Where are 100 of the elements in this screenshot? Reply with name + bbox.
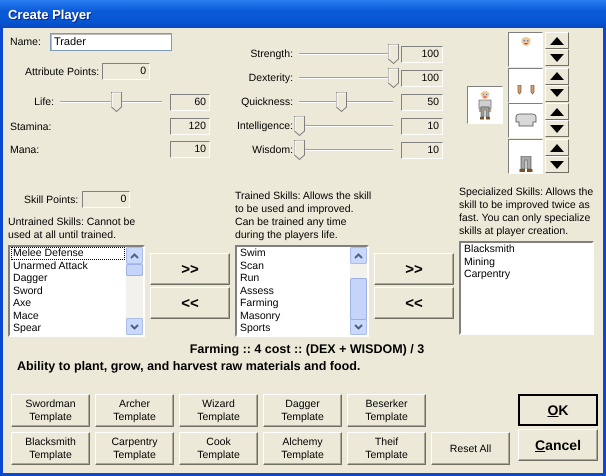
- stat-label: Wisdom:: [251, 144, 294, 156]
- skill-title: Farming :: 4 cost :: (DEX + WISDOM) / 3: [188, 342, 426, 356]
- template-button[interactable]: Cook Template: [179, 432, 258, 465]
- stat-label: Intelligence:: [236, 120, 294, 132]
- list-item[interactable]: Run: [238, 272, 349, 284]
- move-skill-button[interactable]: <<: [374, 287, 454, 319]
- list-item[interactable]: Spear: [11, 322, 125, 334]
- list-item[interactable]: Swim: [238, 247, 349, 260]
- skill-list[interactable]: Swim Scan Run Assess Farming Masonry Sports: [235, 245, 369, 337]
- list-item[interactable]: Sword: [11, 284, 125, 297]
- list-caption: Trained Skills: Allows the skill to be used and improved. Can be trained any time during the players life.: [235, 190, 372, 242]
- value-box: 0: [82, 191, 130, 208]
- hands-icon: [516, 84, 536, 95]
- list-item[interactable]: Mace: [11, 310, 125, 322]
- list-item[interactable]: Melee Defense: [11, 247, 125, 260]
- up-triangle-icon: [550, 108, 564, 116]
- stat-label: Stamina:: [10, 120, 52, 132]
- stat-label: Dexterity:: [248, 72, 294, 84]
- field-label: Skill Points:: [24, 194, 78, 206]
- stat-label: Quickness:: [240, 96, 294, 108]
- slider-thumb[interactable]: [388, 44, 399, 64]
- down-triangle-icon: [550, 54, 564, 62]
- value-box: 120: [170, 118, 210, 135]
- head-icon: [520, 35, 532, 47]
- value-box: 100: [401, 46, 443, 62]
- template-button[interactable]: Wizard Template: [179, 394, 258, 427]
- template-button[interactable]: Dagger Template: [263, 394, 342, 427]
- slider-thumb[interactable]: [294, 140, 305, 160]
- scroll-thumb[interactable]: [126, 264, 143, 276]
- dialog-button[interactable]: OK: [518, 394, 598, 426]
- list-item[interactable]: Sports: [238, 322, 349, 334]
- template-button[interactable]: Theif Template: [347, 432, 426, 465]
- dialog-button[interactable]: Cancel: [518, 429, 598, 461]
- chevron-up-icon: [354, 252, 363, 258]
- previous-part-button[interactable]: [545, 68, 569, 85]
- move-skill-button[interactable]: >>: [374, 253, 454, 285]
- template-button[interactable]: Beserker Template: [347, 394, 426, 427]
- value-box: 10: [170, 141, 210, 158]
- list-item[interactable]: Unarmed Attack: [11, 260, 125, 272]
- template-button[interactable]: Blacksmith Template: [11, 432, 90, 465]
- slider-thumb[interactable]: [388, 68, 399, 88]
- next-part-button[interactable]: [545, 120, 569, 138]
- up-triangle-icon: [550, 72, 564, 80]
- list-item[interactable]: Scan: [238, 260, 349, 272]
- list-item[interactable]: Masonry: [238, 310, 349, 322]
- template-button[interactable]: Alchemy Template: [263, 432, 342, 465]
- window-title: Create Player: [8, 6, 92, 22]
- stat-label: Life:: [33, 96, 55, 108]
- chevron-down-icon: [354, 324, 363, 330]
- field-label: Name:: [10, 36, 41, 48]
- list-item[interactable]: Mining: [462, 256, 591, 268]
- value-box: 100: [401, 70, 443, 86]
- next-part-button[interactable]: [545, 49, 569, 66]
- stat-label: Mana:: [10, 144, 40, 156]
- chevron-down-icon: [130, 324, 139, 330]
- avatar-figure-icon: [476, 90, 494, 120]
- list-caption: Untrained Skills: Cannot be used at all until trained.: [8, 216, 136, 242]
- stat-label: Strength:: [249, 48, 294, 60]
- value-box: 10: [401, 142, 443, 158]
- list-caption: Specialized Skills: Allows the skill to be improved twice as fast. You can only specialize skills at player creation.: [459, 186, 594, 238]
- up-triangle-icon: [550, 144, 564, 152]
- skill-list[interactable]: Blacksmith Mining Carpentry: [459, 241, 594, 335]
- skill-list[interactable]: Melee Defense Unarmed Attack Dagger Sword Axe Mace Spear: [8, 245, 145, 337]
- field-label: Attribute Points:: [25, 66, 100, 78]
- trousers-icon: [518, 156, 532, 172]
- value-box: 60: [170, 94, 210, 110]
- down-triangle-icon: [550, 124, 564, 133]
- previous-part-button[interactable]: [545, 103, 569, 120]
- list-item[interactable]: Dagger: [11, 272, 125, 284]
- move-skill-button[interactable]: <<: [150, 287, 230, 319]
- up-triangle-icon: [550, 36, 564, 44]
- template-button[interactable]: Archer Template: [95, 394, 174, 427]
- scroll-thumb[interactable]: [350, 278, 367, 320]
- next-part-button[interactable]: [545, 156, 569, 174]
- down-triangle-icon: [550, 89, 564, 98]
- chevron-up-icon: [130, 252, 139, 258]
- previous-part-button[interactable]: [545, 139, 569, 156]
- skill-description: Ability to plant, grow, and harvest raw materials and food.: [17, 359, 362, 373]
- list-item[interactable]: Axe: [11, 297, 125, 310]
- value-box: 0: [102, 63, 150, 80]
- previous-part-button[interactable]: [545, 32, 569, 49]
- value-box: 10: [401, 118, 443, 134]
- name-field[interactable]: Trader: [50, 33, 172, 51]
- list-item[interactable]: Farming: [238, 297, 349, 310]
- slider-thumb[interactable]: [294, 116, 305, 136]
- slider-thumb[interactable]: [336, 92, 348, 112]
- list-item[interactable]: Blacksmith: [462, 243, 591, 256]
- template-button[interactable]: Swordman Template: [11, 394, 90, 427]
- move-skill-button[interactable]: >>: [150, 253, 230, 285]
- shirt-icon: [514, 113, 536, 128]
- scrollbar[interactable]: [350, 247, 367, 335]
- next-part-button[interactable]: [545, 84, 569, 102]
- scrollbar[interactable]: [126, 247, 143, 335]
- template-button[interactable]: Carpentry Template: [95, 432, 174, 465]
- slider-thumb[interactable]: [111, 92, 122, 112]
- list-item[interactable]: Assess: [238, 284, 349, 297]
- reset-all-button[interactable]: Reset All: [431, 432, 510, 465]
- value-box: 50: [401, 94, 443, 110]
- list-item[interactable]: Carpentry: [462, 268, 591, 280]
- down-triangle-icon: [550, 160, 564, 169]
